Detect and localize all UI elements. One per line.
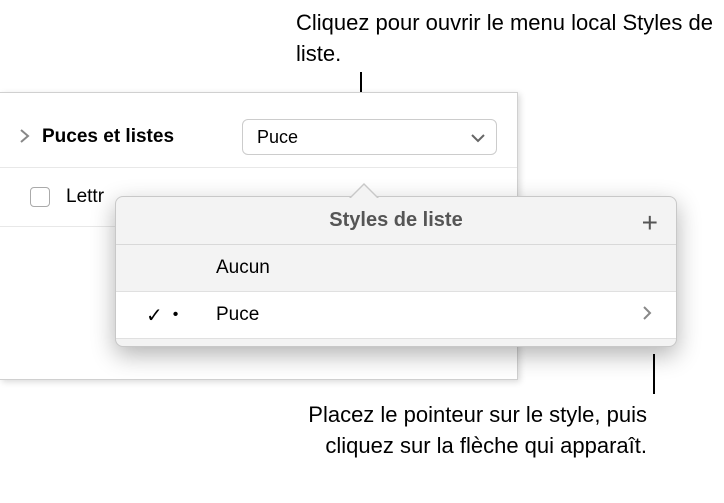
section-label: Puces et listes bbox=[42, 126, 242, 148]
disclosure-triangle-icon[interactable] bbox=[20, 129, 30, 146]
selection-indicator: ✓ • bbox=[146, 303, 178, 328]
list-styles-popover: Styles de liste + Aucun ✓ • Puce bbox=[115, 196, 677, 347]
bullets-lists-row: Puces et listes Puce bbox=[0, 93, 517, 168]
bullet-icon: • bbox=[173, 306, 179, 324]
lettered-checkbox[interactable] bbox=[30, 187, 50, 207]
lettered-label: Lettr bbox=[66, 186, 104, 208]
list-style-dropdown[interactable]: Puce bbox=[242, 119, 497, 155]
item-label: Puce bbox=[216, 304, 259, 326]
leader-line-bottom bbox=[653, 354, 655, 394]
annotation-bottom-text: Placez le pointeur sur le style, puis cl… bbox=[308, 402, 647, 458]
popover-footer bbox=[116, 338, 676, 346]
checkmark-icon: ✓ bbox=[146, 303, 163, 328]
list-style-item-aucun[interactable]: Aucun bbox=[116, 245, 676, 292]
dropdown-value: Puce bbox=[257, 127, 298, 148]
chevron-right-icon[interactable] bbox=[642, 305, 652, 326]
annotation-top-text: Cliquez pour ouvrir le menu local Styles… bbox=[296, 10, 713, 66]
chevron-down-icon bbox=[470, 127, 486, 148]
popover-list: Aucun ✓ • Puce bbox=[116, 245, 676, 338]
list-style-item-puce[interactable]: ✓ • Puce bbox=[116, 292, 676, 338]
popover-title: Styles de liste bbox=[329, 209, 462, 232]
item-label: Aucun bbox=[216, 257, 270, 279]
annotation-bottom: Placez le pointeur sur le style, puis cl… bbox=[297, 400, 647, 462]
popover-header: Styles de liste + bbox=[116, 197, 676, 245]
add-style-button[interactable]: + bbox=[642, 207, 658, 239]
annotation-top: Cliquez pour ouvrir le menu local Styles… bbox=[296, 8, 724, 70]
